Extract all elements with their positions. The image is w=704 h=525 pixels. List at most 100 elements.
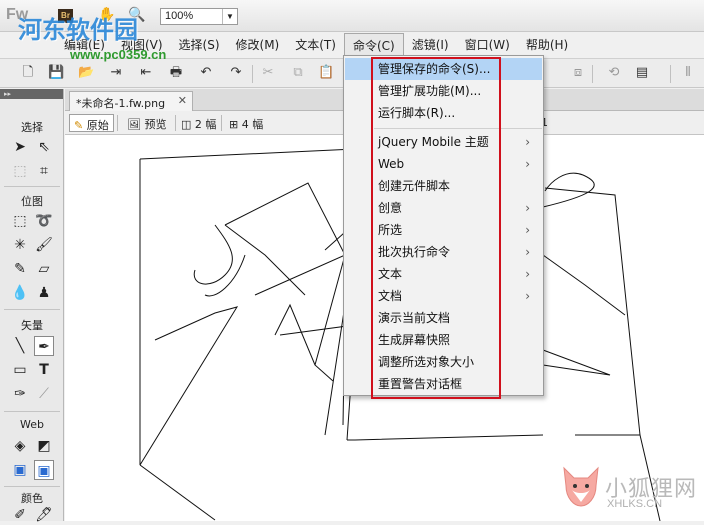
menu-item-resize-selection[interactable]: 调整所选对象大小 <box>345 351 542 373</box>
knife-tool-icon[interactable]: ⟋ <box>34 384 54 404</box>
menu-filters[interactable]: 滤镜(I) <box>404 33 457 55</box>
menu-modify[interactable]: 修改(M) <box>228 33 288 55</box>
hotspot-tool-icon[interactable]: ◈ <box>10 436 30 456</box>
view-preview-button[interactable]: 🖼 预览 <box>123 114 170 132</box>
view-divider <box>117 115 118 131</box>
document-tab-title: *未命名-1.fw.png <box>76 97 166 110</box>
crop-tool-icon[interactable]: ⌗ <box>34 161 54 181</box>
slice-tool-icon[interactable]: ◩ <box>34 436 54 456</box>
pencil-tool-icon[interactable]: ✎ <box>10 259 30 279</box>
import-icon[interactable]: ⇥ <box>108 65 124 81</box>
menu-commands[interactable]: 命令(C) <box>343 33 404 55</box>
scale-tool-icon[interactable]: ⬚ <box>10 161 30 181</box>
view-original-button[interactable]: ✎ 原始 <box>69 114 114 132</box>
menu-item-batch-commands[interactable]: 批次执行命令 › <box>345 241 542 263</box>
tools-divider <box>4 309 60 310</box>
magic-wand-icon[interactable]: ✳ <box>10 235 30 255</box>
menu-item-document[interactable]: 文档 › <box>345 285 542 307</box>
distribute-icon[interactable]: ⫴ <box>680 65 696 81</box>
open-icon[interactable]: 📂 <box>78 65 94 81</box>
vector-path <box>139 464 216 521</box>
vector-path <box>347 434 544 441</box>
redo-icon[interactable]: ↷ <box>228 65 244 81</box>
menu-item-present-document[interactable]: 演示当前文档 <box>345 307 542 329</box>
vector-path <box>542 254 626 316</box>
two-panel-icon: ◫ <box>181 118 192 131</box>
save-icon[interactable]: 💾 <box>48 65 64 81</box>
chevron-down-icon: ▼ <box>222 9 237 24</box>
group-icon[interactable]: ⧈ <box>570 65 586 81</box>
vector-path <box>224 224 306 296</box>
brush-tool-icon[interactable]: 🖌 <box>34 235 54 255</box>
stamp-tool-icon[interactable]: ♟ <box>34 283 54 303</box>
menu-item-screenshot[interactable]: 生成屏幕快照 <box>345 329 542 351</box>
line-tool-icon[interactable]: ╲ <box>10 336 30 356</box>
print-icon[interactable]: 🖶 <box>168 65 184 81</box>
close-icon[interactable]: ✕ <box>178 94 187 107</box>
menu-window[interactable]: 窗口(W) <box>457 33 518 55</box>
pointer-tool-icon[interactable]: ➤ <box>10 137 30 157</box>
menu-item-run-script[interactable]: 运行脚本(R)... <box>345 102 542 124</box>
menu-item-manage-saved-commands[interactable]: 管理保存的命令(S)... <box>345 58 542 80</box>
image-icon: 🖼 <box>127 118 141 131</box>
four-panel-icon: ⊞ <box>229 118 239 131</box>
rotate-icon[interactable]: ⟲ <box>606 65 622 81</box>
toolbar-divider <box>252 65 253 83</box>
chevron-right-icon: › <box>525 267 530 281</box>
tools-divider <box>4 411 60 412</box>
chevron-right-icon: › <box>525 157 530 171</box>
menu-text[interactable]: 文本(T) <box>287 33 344 55</box>
zoom-select[interactable]: 100% ▼ <box>160 8 238 25</box>
freeform-tool-icon[interactable]: ✑ <box>10 384 30 404</box>
subselect-tool-icon[interactable]: ⇖ <box>34 137 54 157</box>
menu-help[interactable]: 帮助(H) <box>518 33 576 55</box>
menu-item-creative[interactable]: 创意 › <box>345 197 542 219</box>
vector-path <box>139 148 356 160</box>
paste-icon[interactable]: 📋 <box>318 65 334 81</box>
new-document-icon[interactable]: 🗋 <box>20 65 36 81</box>
menu-item-manage-extensions[interactable]: 管理扩展功能(M)... <box>345 80 542 102</box>
section-label-vector: 矢量 <box>21 319 43 332</box>
vector-path <box>193 224 233 285</box>
marquee-tool-icon[interactable]: ⬚ <box>10 211 30 231</box>
watermark-site-name: 河东软件园 <box>18 16 138 44</box>
show-slices-icon[interactable]: ▣ <box>34 460 54 480</box>
menu-item-web[interactable]: Web › <box>345 153 542 175</box>
menu-item-label: 所选 <box>378 223 403 237</box>
view-2up-button[interactable]: ◫ 2 幅 <box>177 114 220 132</box>
chevron-right-icon: › <box>525 223 530 237</box>
menu-item-selection[interactable]: 所选 › <box>345 219 542 241</box>
menu-item-jquery-mobile[interactable]: jQuery Mobile 主题 › <box>345 131 542 153</box>
menu-select[interactable]: 选择(S) <box>171 33 228 55</box>
blur-tool-icon[interactable]: 💧 <box>10 283 30 303</box>
eyedropper-tool-icon[interactable]: ✐ <box>10 505 30 525</box>
document-tab[interactable]: *未命名-1.fw.png ✕ <box>69 91 193 111</box>
export-icon[interactable]: ⇤ <box>138 65 154 81</box>
menu-item-reset-warnings[interactable]: 重置警告对话框 <box>345 373 542 395</box>
menu-item-label: 文本 <box>378 267 403 281</box>
cut-icon[interactable]: ✂ <box>260 65 276 81</box>
view-divider <box>175 115 176 131</box>
menu-item-label: 文档 <box>378 289 403 303</box>
paint-bucket-icon[interactable]: 🖊 <box>34 505 54 525</box>
undo-icon[interactable]: ↶ <box>198 65 214 81</box>
lasso-tool-icon[interactable]: ➰ <box>34 211 54 231</box>
menu-item-label: Web <box>378 157 405 171</box>
chevron-right-icon: › <box>525 201 530 215</box>
panel-grip[interactable]: ▸▸ <box>0 89 63 99</box>
view-4up-button[interactable]: ⊞ 4 幅 <box>225 114 267 132</box>
menu-item-label: 管理保存的命令(S)... <box>378 62 491 76</box>
hide-slices-icon[interactable]: ▣ <box>10 460 30 480</box>
toolbar-divider <box>670 65 671 83</box>
pen-tool-icon[interactable]: ✒ <box>34 336 54 356</box>
eraser-tool-icon[interactable]: ▱ <box>34 259 54 279</box>
align-icon[interactable]: ▤ <box>634 65 650 81</box>
menu-item-label: 生成屏幕快照 <box>378 333 451 347</box>
menu-item-text[interactable]: 文本 › <box>345 263 542 285</box>
tools-divider <box>4 486 60 487</box>
text-tool-icon[interactable]: T <box>34 360 54 380</box>
rectangle-tool-icon[interactable]: ▭ <box>10 360 30 380</box>
copy-icon[interactable]: ⧉ <box>290 65 306 81</box>
menu-item-create-symbol-script[interactable]: 创建元件脚本 <box>345 175 542 197</box>
watermark-fox-url: XHLKS.CN <box>607 498 663 510</box>
